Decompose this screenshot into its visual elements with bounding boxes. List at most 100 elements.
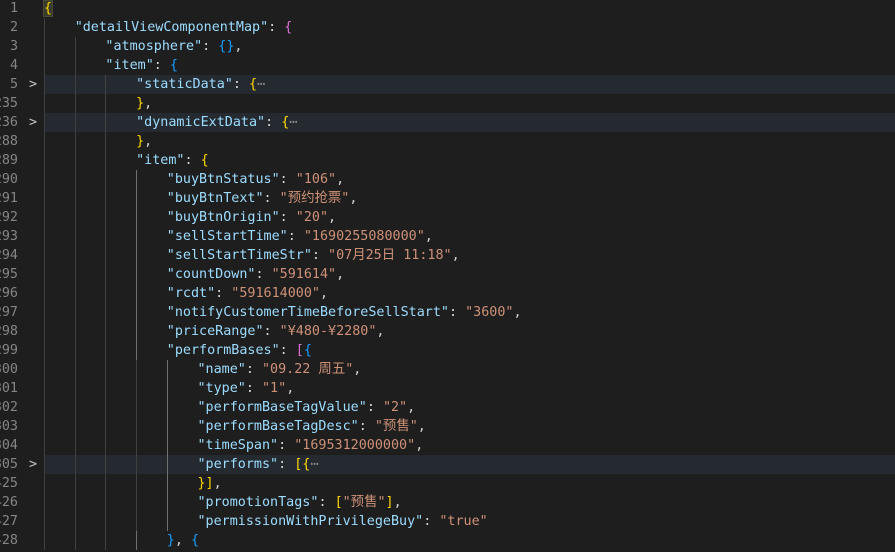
code-line[interactable]: 291 "buyBtnText": "预约抢票",	[0, 189, 895, 208]
code-token: "dynamicExtData"	[136, 115, 266, 130]
line-number: 294	[0, 248, 18, 263]
code-token: ,	[513, 305, 522, 320]
indent-guide	[105, 208, 107, 227]
code-line[interactable]: 296 "rcdt": "591614000",	[0, 284, 895, 303]
fold-ellipsis-icon[interactable]: ⋯	[257, 77, 265, 92]
code-line[interactable]: 301 "type": "1",	[0, 379, 895, 398]
indent-guide	[105, 246, 107, 265]
code-token: }	[136, 134, 145, 149]
indent-guide	[44, 474, 45, 493]
code-token: :	[245, 362, 262, 377]
code-line[interactable]: 303 "performBaseTagDesc": "预售",	[0, 417, 895, 436]
indent-guide	[44, 94, 45, 113]
code-token: :	[153, 58, 170, 73]
indent-guide	[136, 227, 138, 246]
code-token: "07月25日 11:18"	[328, 248, 452, 263]
indent-guide	[166, 379, 168, 398]
indent-guide	[105, 474, 107, 493]
code-token: :	[287, 229, 304, 244]
code-token: "591614000"	[231, 286, 320, 301]
code-line[interactable]: 294 "sellStartTimeStr": "07月25日 11:18",	[0, 246, 895, 265]
code-text: "staticData": {⋯	[136, 75, 265, 94]
code-token: :	[263, 191, 280, 206]
code-token: "1695312000000"	[294, 438, 416, 453]
code-line[interactable]: 428}, {	[0, 531, 895, 550]
code-token: :	[232, 77, 249, 92]
code-token: "name"	[197, 362, 246, 377]
code-line[interactable]: 290 "buyBtnStatus": "106",	[0, 170, 895, 189]
code-line[interactable]: 288},	[0, 132, 895, 151]
code-token: :	[366, 400, 383, 415]
code-line[interactable]: 292 "buyBtnOrigin": "20",	[0, 208, 895, 227]
indent-guide	[74, 341, 76, 360]
code-token: ,	[349, 191, 358, 206]
code-editor[interactable]: 1{2 "detailViewComponentMap": {3 "atmosphe…	[0, 0, 895, 552]
indent-guide	[166, 474, 168, 493]
code-token: :	[245, 381, 262, 396]
code-line[interactable]: 5 > "staticData": {⋯	[0, 75, 895, 94]
indent-guide	[136, 170, 138, 189]
indent-guide	[74, 189, 76, 208]
code-token: :	[448, 305, 466, 320]
code-token: {	[200, 153, 209, 168]
code-line[interactable]: 2 "detailViewComponentMap": {	[0, 18, 895, 37]
indent-guide	[44, 151, 45, 170]
code-token: ,	[144, 96, 153, 111]
code-line[interactable]: 298 "priceRange": "¥480-¥2280",	[0, 322, 895, 341]
line-number: 236	[0, 115, 18, 130]
code-line[interactable]: 300 "name": "09.22 周五",	[0, 360, 895, 379]
indent-guide	[74, 398, 76, 417]
indent-guide	[105, 360, 107, 379]
fold-chevron-icon[interactable]: >	[26, 455, 40, 474]
indent-guide	[44, 512, 45, 531]
line-number: 304	[0, 438, 18, 453]
code-token: :	[215, 286, 232, 301]
code-text: "item": {	[136, 151, 209, 170]
code-line[interactable]: 302 "performBaseTagValue": "2",	[0, 398, 895, 417]
code-line[interactable]: 305 > "performs": [{⋯	[0, 455, 895, 474]
code-line[interactable]: 1{	[0, 0, 895, 18]
code-line[interactable]: 293 "sellStartTime": "1690255080000",	[0, 227, 895, 246]
line-highlight	[44, 455, 895, 474]
fold-chevron-icon[interactable]: >	[26, 75, 40, 94]
indent-guide	[74, 132, 76, 151]
indent-guide	[44, 75, 45, 94]
indent-guide	[74, 531, 76, 550]
indent-guide	[44, 341, 45, 360]
code-line[interactable]: 235},	[0, 94, 895, 113]
code-line[interactable]: 236 > "dynamicExtData": {⋯	[0, 113, 895, 132]
code-text: "timeSpan": "1695312000000",	[198, 436, 424, 455]
line-highlight	[44, 493, 895, 512]
fold-ellipsis-icon[interactable]: ⋯	[289, 115, 297, 130]
code-token: ,	[319, 286, 329, 301]
code-text: }, {	[167, 531, 199, 550]
line-number: 295	[0, 267, 18, 282]
code-token: }	[136, 96, 145, 111]
code-token: ,	[336, 172, 345, 187]
code-token: ,	[451, 248, 460, 263]
indent-guide	[44, 322, 45, 341]
fold-chevron-icon[interactable]: >	[26, 113, 40, 132]
code-token: "buyBtnOrigin"	[166, 210, 280, 225]
code-token: "3600"	[465, 305, 514, 320]
code-token: :	[279, 172, 296, 187]
code-line[interactable]: 427 "permissionWithPrivilegeBuy": "true"	[0, 512, 895, 531]
line-number: 235	[0, 96, 18, 111]
code-line[interactable]: 3 "atmosphere": {},	[0, 37, 895, 56]
code-token: "sellStartTimeStr"	[166, 248, 312, 263]
code-line[interactable]: 425}],	[0, 474, 895, 493]
code-line[interactable]: 295 "countDown": "591614",	[0, 265, 895, 284]
code-line[interactable]: 426 "promotionTags": ["预售"],	[0, 493, 895, 512]
fold-ellipsis-icon[interactable]: ⋯	[310, 457, 318, 472]
code-token: {	[303, 343, 312, 358]
indent-guide	[136, 474, 138, 493]
indent-guide	[105, 341, 107, 360]
code-line[interactable]: 289 "item": {	[0, 151, 895, 170]
code-line[interactable]: 299 "performBases": [{	[0, 341, 895, 360]
code-token: ,	[336, 267, 345, 282]
code-line[interactable]: 297 "notifyCustomerTimeBeforeSellStart": …	[0, 303, 895, 322]
code-line[interactable]: 304 "timeSpan": "1695312000000",	[0, 436, 895, 455]
code-line[interactable]: 4 "item": {	[0, 56, 895, 75]
indent-guide	[44, 113, 45, 132]
code-text: "sellStartTime": "1690255080000",	[167, 227, 433, 246]
